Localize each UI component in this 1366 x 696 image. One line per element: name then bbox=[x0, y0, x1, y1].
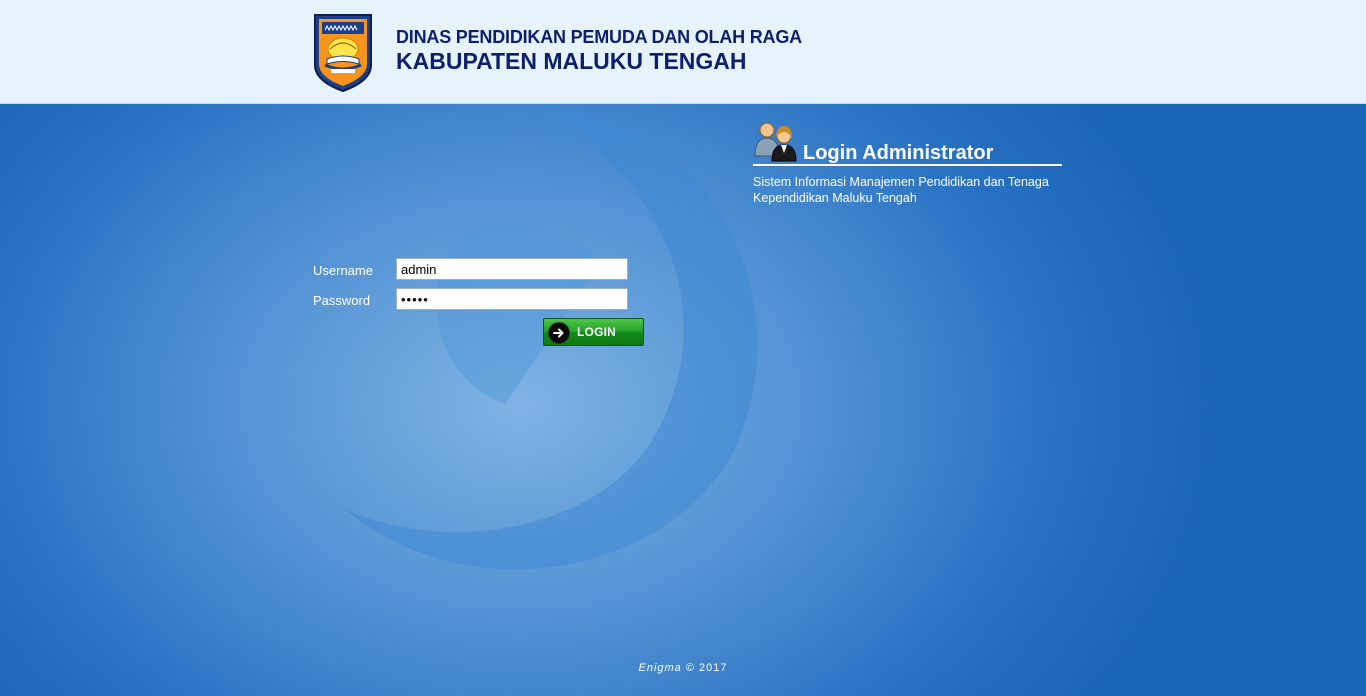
login-button-label: LOGIN bbox=[577, 325, 616, 339]
login-button[interactable]: LOGIN bbox=[543, 318, 644, 346]
arrow-right-icon bbox=[548, 322, 570, 344]
background-swoosh bbox=[345, 107, 758, 570]
header-bar: DINAS PENDIDIKAN PEMUDA DAN OLAH RAGA KA… bbox=[0, 0, 1366, 104]
login-background bbox=[0, 104, 1366, 696]
password-label: Password bbox=[313, 293, 371, 308]
username-label: Username bbox=[313, 263, 373, 278]
username-input[interactable] bbox=[396, 258, 628, 280]
regency-emblem-icon bbox=[314, 14, 372, 93]
login-subtitle: Sistem Informasi Manajemen Pendidikan da… bbox=[753, 175, 1049, 205]
footer: Enigma © 2017 bbox=[0, 662, 1366, 674]
agency-name: DINAS PENDIDIKAN PEMUDA DAN OLAH RAGA bbox=[396, 27, 802, 47]
regency-name: KABUPATEN MALUKU TENGAH bbox=[396, 48, 747, 74]
admin-users-icon bbox=[754, 122, 797, 162]
footer-brand: Enigma bbox=[638, 662, 682, 674]
password-input[interactable] bbox=[396, 288, 628, 310]
title-divider bbox=[753, 164, 1062, 166]
footer-copyright: © 2017 bbox=[685, 662, 728, 674]
login-title: Login Administrator bbox=[803, 142, 994, 164]
